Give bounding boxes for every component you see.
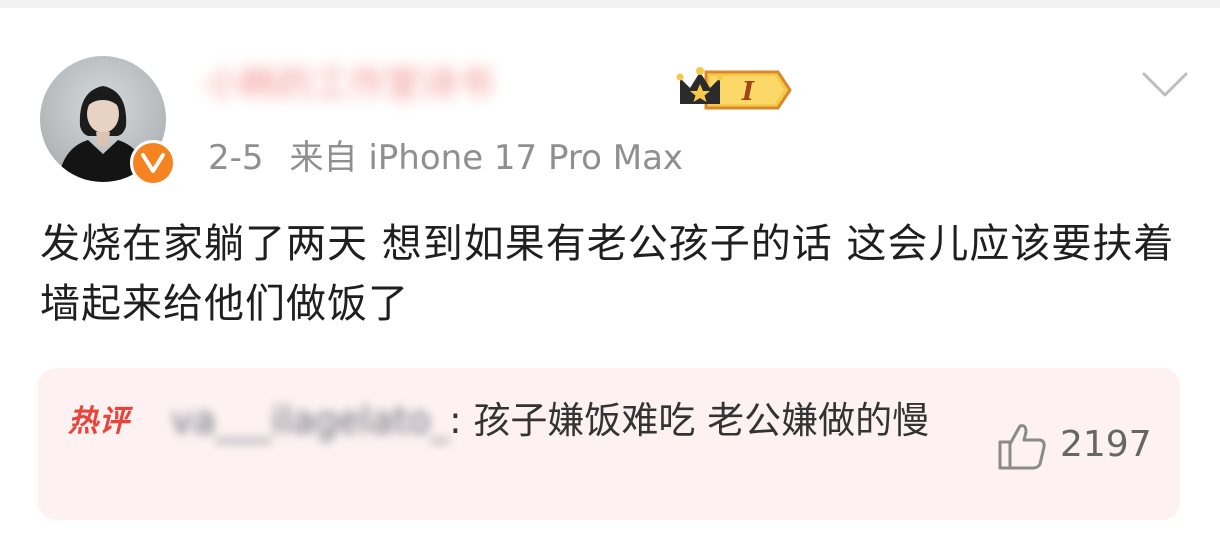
commenter-separator: :	[449, 399, 462, 442]
post-date: 2-5	[208, 138, 264, 178]
post-meta: 2-5 来自 iPhone 17 Pro Max	[208, 136, 683, 180]
commenter-name[interactable]: va___ilagelato_	[171, 396, 449, 446]
verified-v-icon	[130, 140, 176, 186]
thumbs-up-icon[interactable]	[996, 420, 1048, 472]
top-divider	[0, 0, 1220, 8]
chevron-down-icon[interactable]	[1140, 70, 1190, 100]
member-level: I	[741, 77, 755, 107]
crown-member-icon[interactable]: I	[676, 60, 794, 112]
post-text: 发烧在家躺了两天 想到如果有老公孩子的话 这会儿应该要扶着墙起来给他们做饭了	[40, 221, 1175, 327]
post-source[interactable]: 来自 iPhone 17 Pro Max	[290, 138, 684, 178]
hot-comment-card[interactable]: 热评 va___ilagelato_: 孩子嫌饭难吃 老公嫌做的慢 2197	[38, 368, 1180, 520]
hot-comment-body: va___ilagelato_: 孩子嫌饭难吃 老公嫌做的慢	[171, 396, 991, 446]
hot-comment-text: 孩子嫌饭难吃 老公嫌做的慢	[473, 399, 930, 442]
author-name[interactable]: 小韩的工作室诗书	[205, 62, 675, 108]
hot-comment-tag: 热评	[68, 404, 130, 439]
like-count: 2197	[1060, 424, 1152, 465]
